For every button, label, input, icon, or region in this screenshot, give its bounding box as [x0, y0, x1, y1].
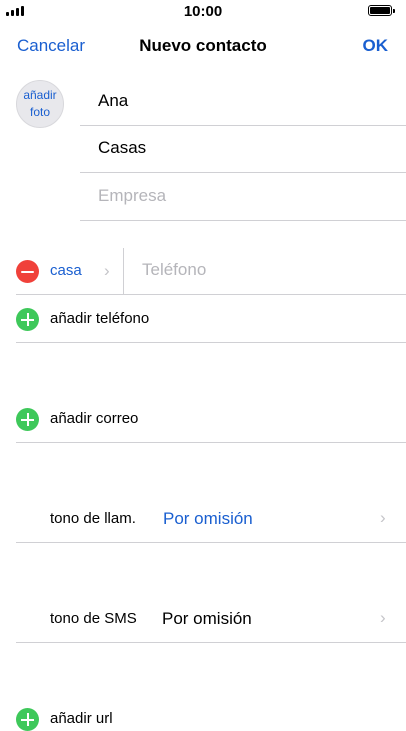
phone-label-button[interactable]: casa	[50, 262, 82, 279]
first-name-field[interactable]: Ana	[80, 79, 406, 126]
add-email-button[interactable]: añadir correo	[50, 410, 138, 427]
ok-button[interactable]: OK	[363, 36, 389, 56]
chevron-right-icon[interactable]: ›	[380, 508, 386, 528]
add-photo-line2: foto	[29, 105, 50, 119]
battery-icon	[368, 5, 395, 16]
text-tone-value[interactable]: Por omisión	[162, 609, 252, 629]
chevron-right-icon: ›	[104, 261, 110, 280]
divider	[16, 542, 406, 543]
ringtone-label: tono de llam.	[50, 510, 136, 527]
remove-phone-icon[interactable]	[16, 260, 39, 283]
company-field[interactable]: Empresa	[80, 174, 406, 221]
add-url-button[interactable]: añadir url	[50, 710, 113, 727]
add-phone-button[interactable]: añadir teléfono	[50, 310, 149, 327]
add-photo-line1: añadir	[23, 88, 57, 102]
add-photo-button[interactable]: añadir foto	[16, 80, 64, 128]
add-url-icon[interactable]	[16, 708, 39, 731]
divider	[16, 442, 406, 443]
status-time: 10:00	[183, 3, 223, 20]
text-tone-label: tono de SMS	[50, 610, 137, 627]
cancel-button[interactable]: Cancelar	[17, 36, 85, 56]
status-bar: 10:00	[0, 0, 406, 24]
add-phone-icon[interactable]	[16, 308, 39, 331]
phone-input[interactable]: Teléfono	[142, 260, 206, 280]
add-email-icon[interactable]	[16, 408, 39, 431]
first-name-value: Ana	[98, 91, 129, 110]
ringtone-value[interactable]: Por omisión	[163, 509, 253, 529]
last-name-field[interactable]: Casas	[80, 126, 406, 173]
divider	[16, 294, 406, 295]
divider	[123, 248, 124, 294]
chevron-right-icon[interactable]: ›	[380, 608, 386, 628]
company-placeholder: Empresa	[98, 186, 167, 205]
divider	[16, 342, 406, 343]
divider	[16, 642, 406, 643]
last-name-value: Casas	[98, 138, 147, 157]
